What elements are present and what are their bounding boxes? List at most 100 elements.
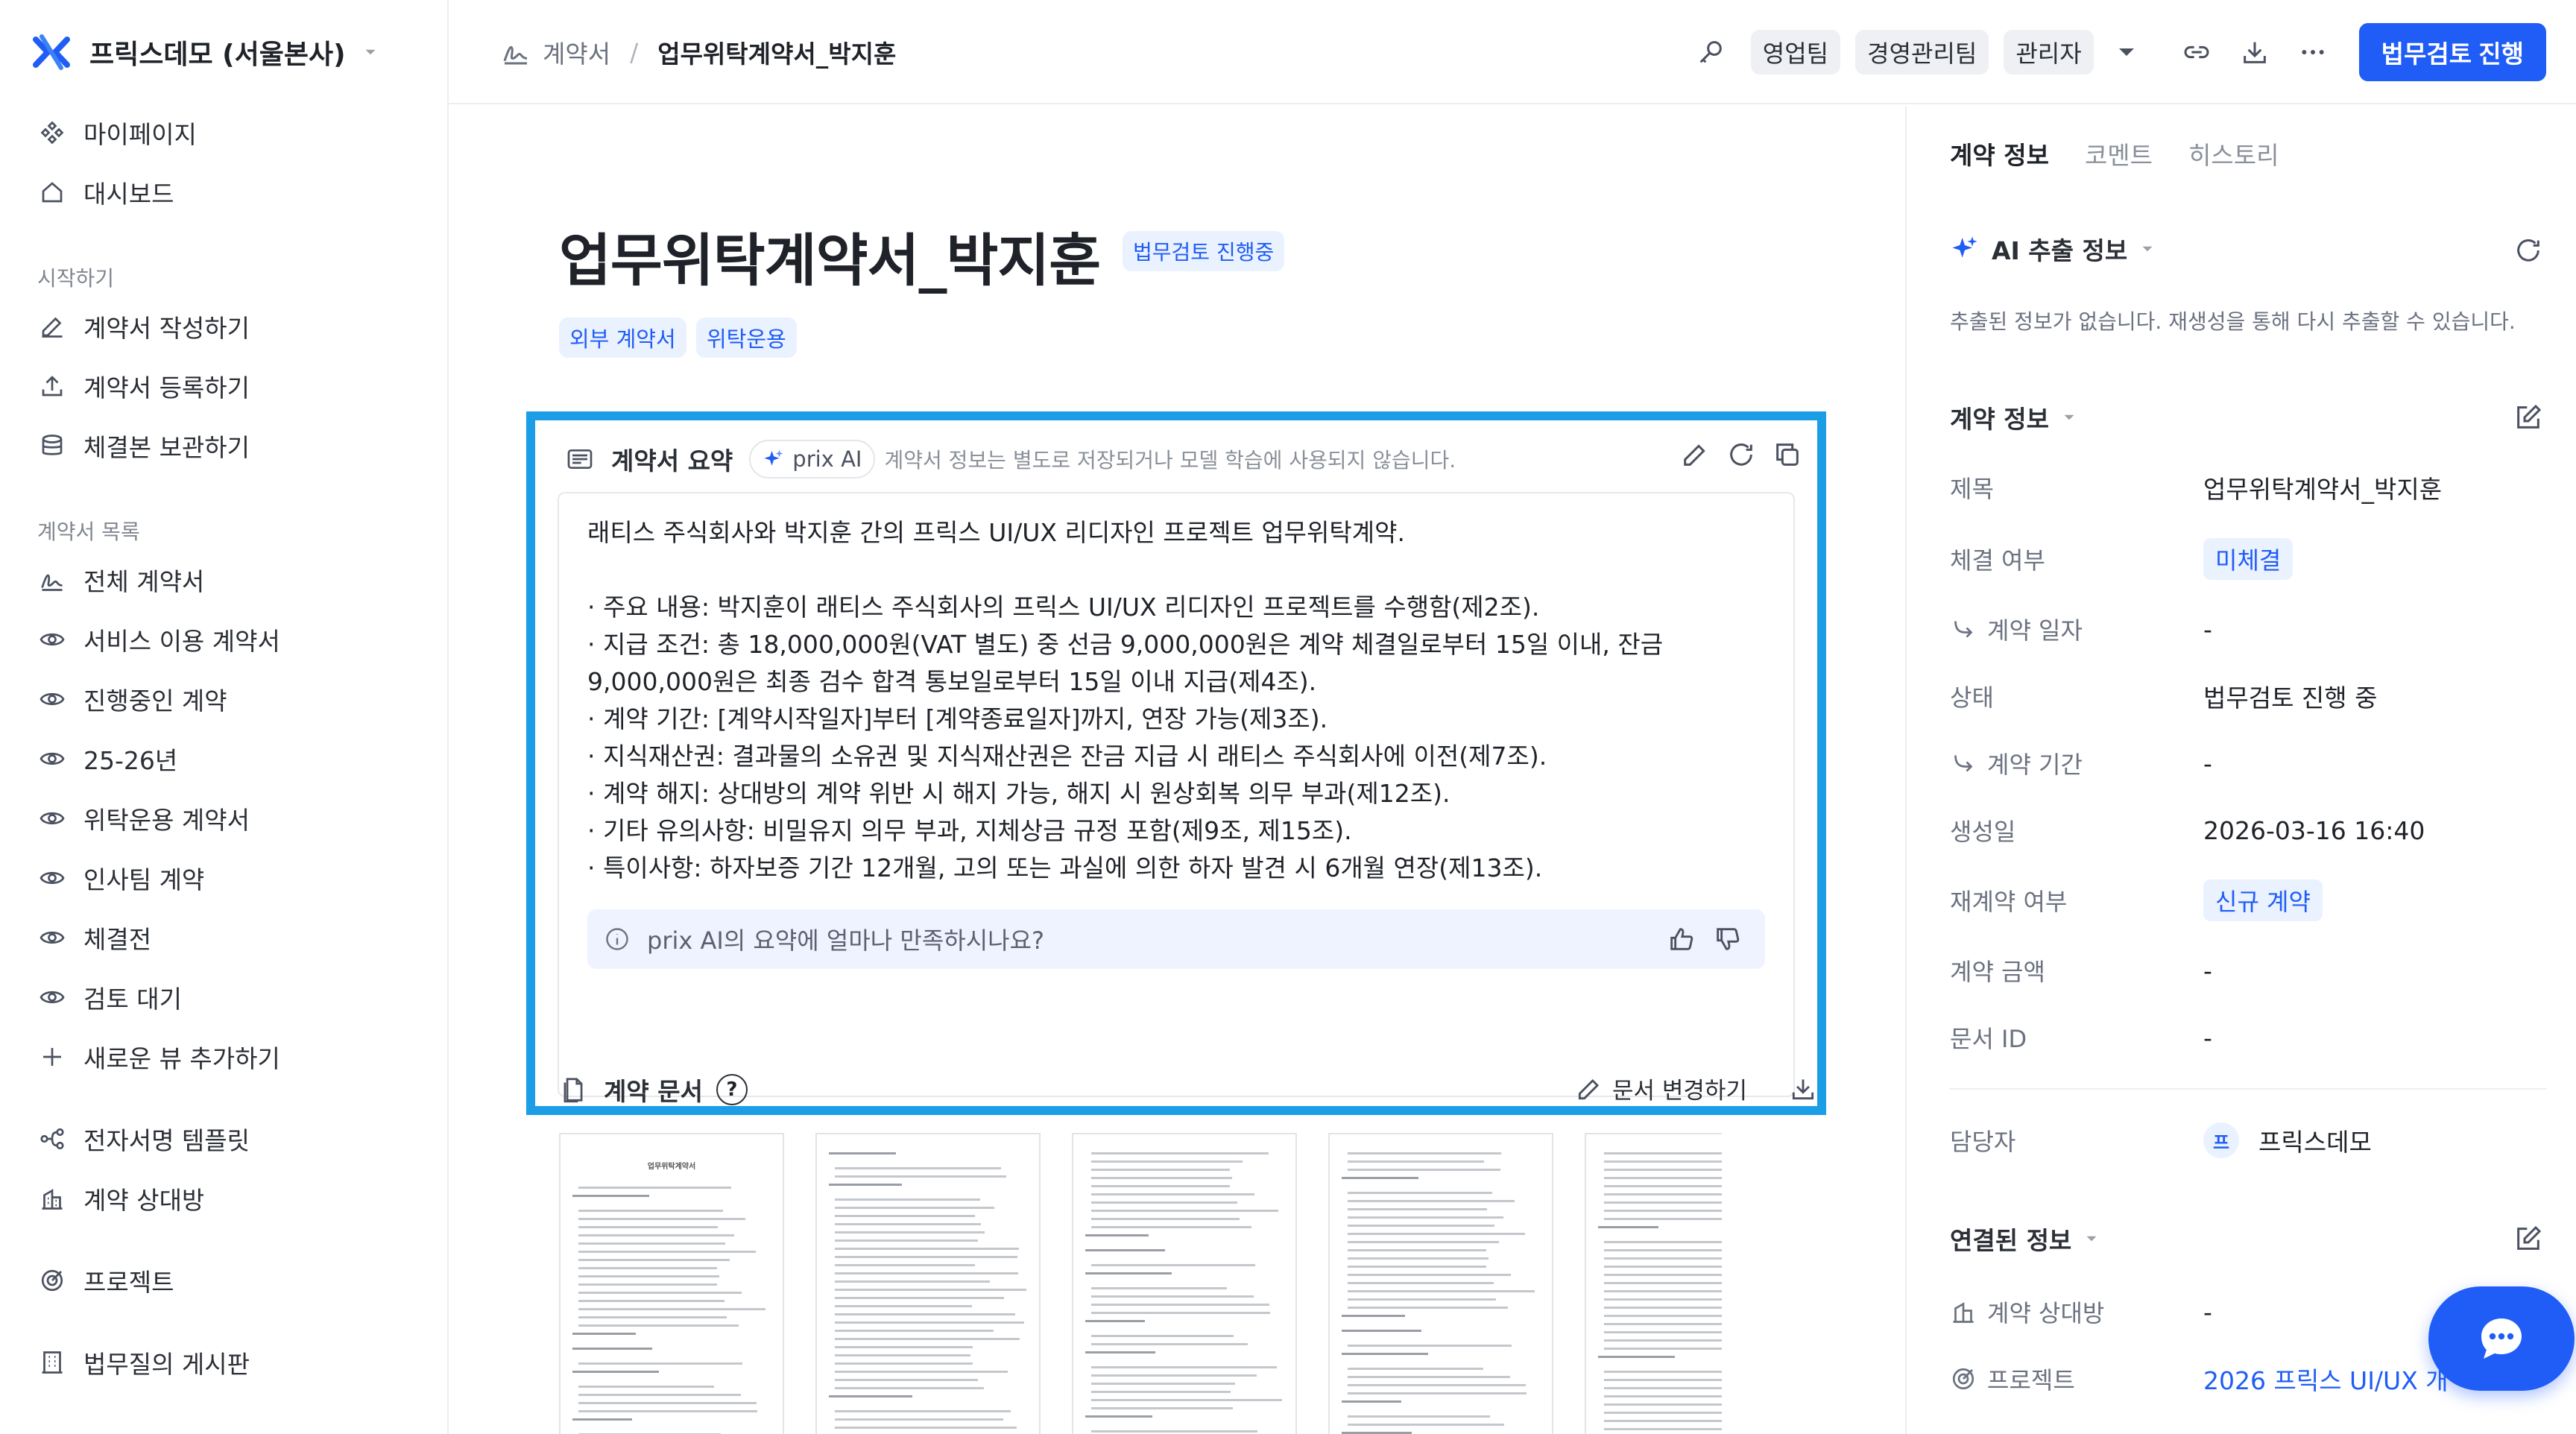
ai-extract-section-header[interactable]: AI 추출 정보 (1950, 231, 2157, 267)
sidebar-item-label: 체결본 보관하기 (83, 433, 250, 462)
flow-icon (37, 1124, 67, 1154)
download-icon[interactable] (1789, 1075, 1817, 1103)
contract-info-panel: 계약 정보 코멘트 히스토리 AI 추출 정보 추출된 정보가 없습니다. 재생… (1905, 106, 2576, 1434)
field-value[interactable]: - (2203, 956, 2212, 985)
thumbnail-text-line (835, 1418, 1003, 1421)
sidebar-item-dashboard[interactable]: 대시보드 (37, 171, 174, 213)
thumbnail-text-line (1091, 1218, 1240, 1220)
refresh-icon[interactable] (2513, 236, 2543, 265)
thumbnail-text-line (1604, 1160, 1722, 1163)
owner-value[interactable]: 프 프릭스데모 (2203, 1122, 2372, 1158)
help-icon[interactable]: ? (716, 1074, 748, 1105)
thumbnail-text-line (1085, 1272, 1172, 1275)
eye-icon (37, 684, 67, 714)
field-value[interactable]: - (2203, 615, 2212, 644)
contract-info-section-header[interactable]: 계약 정보 (1950, 399, 2079, 435)
sidebar-item-archive[interactable]: 체결본 보관하기 (37, 425, 250, 467)
project-link[interactable]: 2026 프릭스 UI/UX 개 (2203, 1361, 2449, 1397)
page-thumbnail[interactable] (1072, 1133, 1297, 1434)
thumbnail-text-line (578, 1386, 714, 1388)
sidebar-item-legal-board[interactable]: 법무질의 게시판 (37, 1342, 250, 1383)
avatar: 프 (2203, 1122, 2239, 1158)
renewal-badge[interactable]: 신규 계약 (2203, 879, 2323, 921)
thumbs-down-icon[interactable] (1713, 924, 1743, 954)
eye-icon (37, 803, 67, 833)
document-page-thumbnails: 업무위탁계약서 (559, 1133, 1722, 1434)
edit-square-icon[interactable] (2513, 402, 2543, 432)
building-icon (37, 1184, 67, 1213)
sidebar-item-service-contracts[interactable]: 서비스 이용 계약서 (37, 619, 280, 660)
signed-status-badge[interactable]: 미체결 (2203, 538, 2294, 580)
thumbnail-text-line (1604, 1420, 1722, 1422)
field-label: 계약 상대방 (1950, 1295, 2203, 1329)
summary-card-icon (567, 449, 593, 469)
edit-icon[interactable] (1680, 440, 1710, 470)
sidebar-item-esign-templates[interactable]: 전자서명 템플릿 (37, 1118, 250, 1160)
sidebar-item-write-contract[interactable]: 계약서 작성하기 (37, 306, 250, 347)
sidebar-item-hr-contracts[interactable]: 인사팀 계약 (37, 857, 204, 899)
tab-history[interactable]: 히스토리 (2188, 136, 2279, 171)
summary-header: 계약서 요약 prix AI 계약서 정보는 별도로 저장되거나 모델 학습에 … (565, 435, 1802, 483)
start-legal-review-button[interactable]: 법무검토 진행 (2358, 23, 2546, 81)
refresh-icon[interactable] (1726, 440, 1756, 470)
tag-trust[interactable]: 위탁운용 (696, 318, 797, 358)
sidebar-item-counterparties[interactable]: 계약 상대방 (37, 1178, 204, 1219)
thumbnail-text-line (1091, 1177, 1232, 1179)
breadcrumb: 계약서 / 업무위탁계약서_박지훈 (501, 28, 896, 76)
caret-down-icon[interactable] (2110, 36, 2143, 69)
team-chip-management[interactable]: 경영관리팀 (1855, 30, 1989, 75)
thumbnail-text-line (572, 1348, 652, 1350)
thumbnail-text-line (1604, 1290, 1722, 1292)
thumbnail-text-line (1604, 1218, 1722, 1220)
sidebar-item-before-signing[interactable]: 체결전 (37, 917, 151, 958)
team-chip-admin[interactable]: 관리자 (2004, 30, 2094, 75)
field-value[interactable]: - (2203, 749, 2212, 778)
sidebar-item-mypage[interactable]: 마이페이지 (37, 112, 197, 154)
tag-external-contract[interactable]: 외부 계약서 (559, 318, 686, 358)
sidebar-item-review-pending[interactable]: 검토 대기 (37, 976, 182, 1018)
org-switcher[interactable]: 프릭스데모 (서울본사) (31, 30, 380, 75)
copy-icon[interactable] (1772, 440, 1802, 470)
sidebar-item-25-26[interactable]: 25-26년 (37, 738, 177, 780)
download-icon[interactable] (2238, 36, 2271, 69)
link-icon[interactable] (2180, 36, 2213, 69)
sidebar-item-in-progress[interactable]: 진행중인 계약 (37, 678, 227, 720)
sub-arrow-icon (1954, 755, 1973, 772)
eye-icon (37, 625, 67, 654)
linked-info-section-header[interactable]: 연결된 정보 (1950, 1221, 2101, 1257)
more-horizontal-icon[interactable] (2296, 36, 2329, 69)
tab-comments[interactable]: 코멘트 (2085, 136, 2153, 171)
field-value[interactable]: 업무위탁계약서_박지훈 (2203, 470, 2442, 505)
thumbnail-text-line (1348, 1345, 1512, 1347)
page-thumbnail[interactable]: 업무위탁계약서 (559, 1133, 784, 1434)
chat-support-button[interactable] (2428, 1286, 2575, 1391)
edit-square-icon[interactable] (2513, 1224, 2543, 1254)
thumbnail-text-line (835, 1239, 978, 1242)
breadcrumb-parent[interactable]: 계약서 (543, 34, 610, 70)
thumbnail-text-line (1348, 1384, 1526, 1386)
sidebar-item-projects[interactable]: 프로젝트 (37, 1260, 174, 1301)
thumbnail-text-line (1085, 1351, 1155, 1354)
header-actions: 영업팀 경영관리팀 관리자 법무검토 진행 (1694, 22, 2546, 82)
page-thumbnail[interactable] (1328, 1133, 1553, 1434)
sidebar-item-label: 서비스 이용 계약서 (83, 627, 280, 656)
field-value[interactable]: - (2203, 1298, 2212, 1327)
team-chip-sales[interactable]: 영업팀 (1750, 30, 1841, 75)
change-document-button[interactable]: 문서 변경하기 (1575, 1072, 1747, 1105)
thumbnail-text-line (578, 1226, 718, 1228)
sidebar-item-all-contracts[interactable]: 전체 계약서 (37, 559, 204, 601)
page-thumbnail[interactable] (815, 1133, 1041, 1434)
sidebar-item-add-view[interactable]: 새로운 뷰 추가하기 (37, 1036, 280, 1078)
thumbnail-text-line (1348, 1169, 1500, 1171)
sidebar-item-trust-contracts[interactable]: 위탁운용 계약서 (37, 797, 250, 839)
page-thumbnail[interactable] (1585, 1133, 1722, 1434)
thumbnail-text-line (572, 1333, 636, 1335)
tab-contract-info[interactable]: 계약 정보 (1950, 136, 2049, 171)
document-icon (564, 1078, 583, 1103)
sidebar-item-register-contract[interactable]: 계약서 등록하기 (37, 365, 250, 407)
thumbs-up-icon[interactable] (1667, 924, 1696, 954)
summary-bullet: · 특이사항: 하자보증 기간 12개월, 고의 또는 과실에 의한 하자 발견… (587, 853, 1543, 882)
key-icon[interactable] (1694, 36, 1727, 69)
field-value[interactable]: 법무검토 진행 중 (2203, 678, 2378, 714)
prix-ai-badge: prix AI (749, 440, 876, 478)
